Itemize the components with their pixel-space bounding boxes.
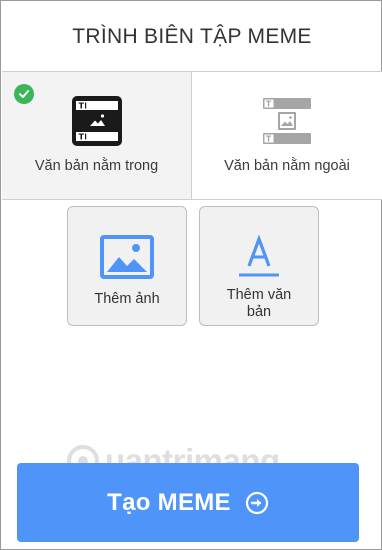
meme-editor-panel: TRÌNH BIÊN TẬP MEME T T Văn bản nằm tron… <box>0 0 382 550</box>
page-title: TRÌNH BIÊN TẬP MEME <box>72 24 312 48</box>
image-icon <box>100 235 154 279</box>
add-text-label: Thêm văn bản <box>226 287 292 320</box>
create-meme-button[interactable]: Tạo MEME <box>17 463 359 542</box>
svg-text:T: T <box>266 100 272 109</box>
add-image-button[interactable]: Thêm ảnh <box>67 206 187 326</box>
svg-text:T: T <box>78 133 84 142</box>
header: TRÌNH BIÊN TẬP MEME <box>2 2 382 72</box>
add-text-button[interactable]: Thêm văn bản <box>199 206 319 326</box>
layout-selector: T T Văn bản nằm trong T T Văn bản nằm ng… <box>2 72 382 200</box>
layout-label: Văn bản nằm trong <box>34 158 159 174</box>
layout-option-text-outside[interactable]: T T Văn bản nằm ngoài <box>192 72 382 199</box>
text-icon <box>239 235 279 277</box>
text-outside-icon: T T <box>263 98 311 144</box>
add-image-label: Thêm ảnh <box>94 291 160 307</box>
check-icon <box>14 84 34 104</box>
layout-option-text-inside[interactable]: T T Văn bản nằm trong <box>2 72 192 199</box>
svg-text:T: T <box>78 102 84 111</box>
create-meme-label: Tạo MEME <box>107 488 231 516</box>
text-inside-icon: T T <box>71 96 122 146</box>
svg-text:T: T <box>266 135 272 144</box>
arrow-circle-right-icon <box>245 491 268 514</box>
layout-label: Văn bản nằm ngoài <box>224 158 350 174</box>
